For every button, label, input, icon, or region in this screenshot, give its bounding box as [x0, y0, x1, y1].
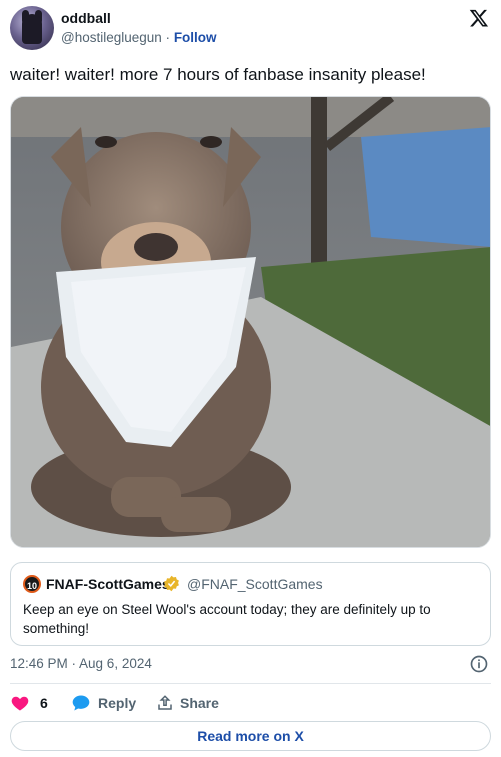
author-handle-line: @hostilegluegun · Follow — [61, 30, 217, 45]
reply-button[interactable]: Reply — [70, 692, 136, 714]
handle-separator: · — [165, 30, 171, 45]
quoted-author-name[interactable]: FNAF-ScottGames — [46, 576, 170, 592]
tweet-header: oddball @hostilegluegun · Follow — [10, 6, 491, 52]
share-label: Share — [180, 695, 219, 711]
dog-photo — [11, 97, 490, 547]
follow-button[interactable]: Follow — [174, 30, 217, 45]
quoted-author-handle[interactable]: @FNAF_ScottGames — [187, 576, 323, 592]
quoted-tweet[interactable]: 10 FNAF-ScottGames @FNAF_ScottGames Keep… — [10, 562, 491, 646]
author-display-name[interactable]: oddball — [61, 10, 111, 26]
tweet-image[interactable] — [10, 96, 491, 548]
read-more-button[interactable]: Read more on X — [10, 721, 491, 751]
share-button[interactable]: Share — [156, 692, 219, 714]
speech-bubble-icon — [72, 695, 90, 711]
tweet-text: waiter! waiter! more 7 hours of fanbase … — [10, 65, 426, 84]
heart-icon — [11, 696, 29, 711]
info-icon[interactable] — [469, 654, 489, 674]
author-handle[interactable]: @hostilegluegun — [61, 30, 162, 45]
action-bar: 6 Reply Share — [10, 692, 410, 714]
author-avatar[interactable] — [10, 6, 54, 50]
quoted-tweet-text: Keep an eye on Steel Wool's account toda… — [23, 602, 431, 636]
divider — [10, 683, 491, 684]
tweet-timestamp[interactable]: 12:46 PM · Aug 6, 2024 — [10, 656, 152, 671]
x-logo-icon[interactable] — [469, 8, 489, 28]
like-count: 6 — [40, 695, 48, 711]
reply-label: Reply — [98, 695, 137, 711]
avatar-figure — [22, 14, 42, 44]
gold-verified-badge-icon — [164, 575, 179, 592]
like-button[interactable]: 6 — [10, 692, 48, 714]
quoted-author-avatar[interactable]: 10 — [23, 575, 41, 593]
share-upload-icon — [158, 695, 172, 710]
